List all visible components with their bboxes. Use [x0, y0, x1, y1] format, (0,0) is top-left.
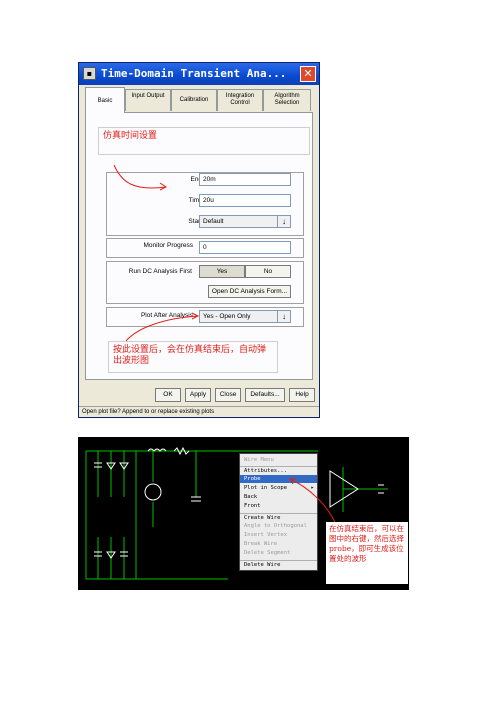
ok-button[interactable]: OK: [155, 388, 181, 402]
dialog-title: Time-Domain Transient Ana...: [101, 67, 287, 80]
schematic-canvas[interactable]: Wire Menu Attributes... Probe Plot in Sc…: [78, 437, 409, 590]
tab-input-output[interactable]: Input Output: [125, 89, 171, 111]
tab-label: Calibration: [179, 97, 209, 103]
tab-label: Integration Control: [225, 93, 255, 106]
help-button[interactable]: Help: [289, 388, 315, 402]
tab-algorithm-selection[interactable]: Algorithm Selection: [263, 89, 311, 111]
title-bar[interactable]: ▪ Time-Domain Transient Ana... ✕: [79, 63, 319, 85]
close-icon[interactable]: ✕: [300, 66, 316, 82]
close-button[interactable]: Close: [215, 388, 241, 402]
transient-analysis-dialog: ▪ Time-Domain Transient Ana... ✕ Basic I…: [78, 62, 320, 418]
tab-calibration[interactable]: Calibration: [171, 89, 217, 111]
status-bar: Open plot file? Append to or replace exi…: [79, 406, 319, 417]
app-icon: ▪: [83, 67, 96, 80]
tab-label: Algorithm Selection: [274, 93, 300, 106]
basic-panel: 仿真时间设置 End Time 20m Time Step 20u Start …: [85, 112, 313, 380]
apply-button[interactable]: Apply: [185, 388, 211, 402]
defaults-button[interactable]: Defaults...: [245, 388, 285, 402]
tab-label: Basic: [97, 98, 113, 104]
tab-label: Input Output: [131, 93, 165, 99]
annotation-probe: 在仿真结束后，可以在图中的右键，然后选择probe，即可生成该位置处的波形: [326, 522, 408, 584]
tab-basic[interactable]: Basic: [85, 87, 125, 113]
red-arrow-annotations: [113, 164, 200, 342]
tab-integration-control[interactable]: Integration Control: [217, 89, 263, 111]
